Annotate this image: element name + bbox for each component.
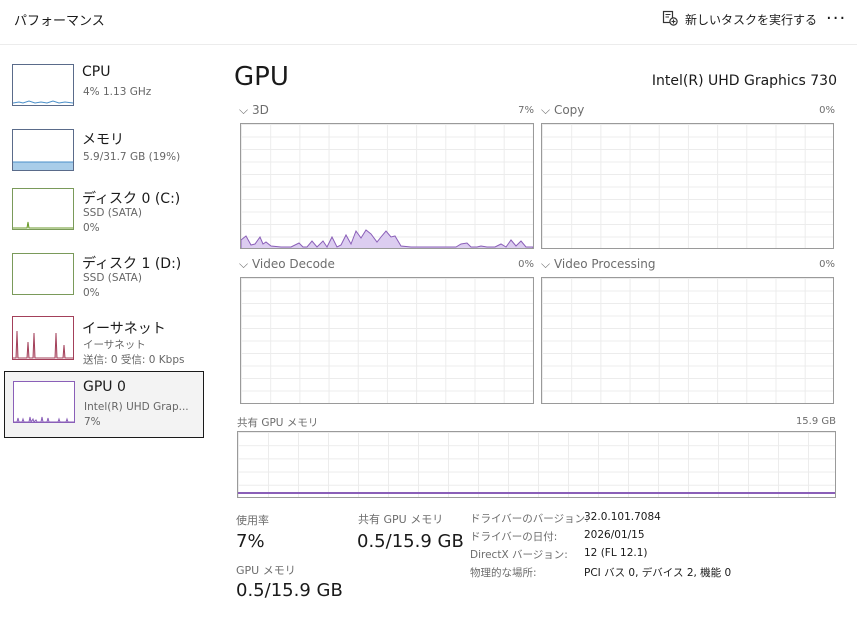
run-task-icon	[662, 10, 678, 29]
gpu-title: GPU	[234, 62, 289, 92]
sidebar-item-title: ディスク 0 (C:)	[82, 191, 181, 207]
shared-memory-graph-label: 共有 GPU メモリ	[237, 417, 319, 429]
engine-3d-selector[interactable]: ⌵ 3D	[239, 103, 269, 118]
shared-memory-usage-line	[238, 492, 835, 494]
driver-version-key: ドライバーのバージョン:	[470, 513, 589, 525]
gpu0-thumbnail-graph	[13, 381, 75, 424]
sidebar-item-memory[interactable]: メモリ 5.9/31.7 GB (19%)	[4, 121, 204, 183]
directx-version-value: 12 (FL 12.1)	[584, 547, 648, 559]
engine-3d-graph	[240, 123, 534, 249]
sidebar-item-subtitle: 5.9/31.7 GB (19%)	[83, 151, 181, 163]
cpu-thumbnail-graph	[12, 64, 74, 106]
engine-label: Video Processing	[553, 257, 656, 271]
usage-value: 7%	[236, 531, 265, 552]
engine-video-decode-graph	[240, 277, 534, 404]
sidebar-item-cpu[interactable]: CPU 4% 1.13 GHz	[4, 56, 204, 118]
driver-version-value: 32.0.101.7084	[584, 511, 661, 523]
sidebar-item-subtitle: Intel(R) UHD Grap...	[84, 401, 189, 413]
gpu-memory-label: GPU メモリ	[236, 564, 296, 577]
sidebar-item-title: メモリ	[82, 132, 124, 148]
sidebar-item-disk-1[interactable]: ディスク 1 (D:) SSD (SATA) 0%	[4, 245, 204, 307]
sidebar-item-title: イーサネット	[82, 321, 166, 337]
engine-copy-percent: 0%	[819, 105, 835, 116]
chevron-down-icon: ⌵	[239, 103, 249, 117]
sidebar-item-subtitle: SSD (SATA)	[83, 272, 142, 284]
shared-memory-graph	[237, 431, 836, 498]
chevron-down-icon: ⌵	[239, 257, 249, 271]
sidebar-item-gpu-0[interactable]: GPU 0 Intel(R) UHD Grap... 7%	[4, 371, 204, 438]
sidebar-item-value: 0%	[83, 222, 100, 234]
sidebar-item-value: 送信: 0 受信: 0 Kbps	[83, 354, 185, 366]
sidebar-item-subtitle: 4% 1.13 GHz	[83, 86, 152, 98]
chevron-down-icon: ⌵	[541, 257, 551, 271]
engine-label: Copy	[553, 103, 585, 117]
directx-version-key: DirectX バージョン:	[470, 549, 568, 561]
driver-date-key: ドライバーの日付:	[470, 531, 558, 543]
usage-label: 使用率	[236, 514, 269, 527]
run-task-label: 新しいタスクを実行する	[685, 13, 818, 27]
engine-video-decode-percent: 0%	[518, 259, 534, 270]
sidebar-item-value: 0%	[83, 287, 100, 299]
shared-memory-value: 0.5/15.9 GB	[357, 531, 464, 552]
physical-location-value: PCI バス 0, デバイス 2, 機能 0	[584, 567, 732, 579]
sidebar-item-title: CPU	[82, 64, 111, 80]
top-bar: パフォーマンス 新しいタスクを実行する ···	[0, 0, 857, 42]
physical-location-key: 物理的な場所:	[470, 567, 537, 579]
sidebar-item-ethernet[interactable]: イーサネット イーサネット 送信: 0 受信: 0 Kbps	[4, 310, 204, 372]
chevron-down-icon: ⌵	[541, 103, 551, 117]
page-title: パフォーマンス	[14, 14, 105, 29]
sidebar-item-subtitle: イーサネット	[83, 339, 146, 351]
engine-video-processing-percent: 0%	[819, 259, 835, 270]
engine-video-processing-selector[interactable]: ⌵ Video Processing	[541, 257, 655, 272]
disk0-thumbnail-graph	[12, 188, 74, 230]
top-divider	[0, 44, 857, 45]
engine-label: 3D	[251, 103, 269, 117]
driver-date-value: 2026/01/15	[584, 529, 645, 541]
shared-memory-label: 共有 GPU メモリ	[358, 513, 444, 526]
disk1-thumbnail-graph	[12, 253, 74, 295]
shared-memory-graph-max: 15.9 GB	[795, 416, 836, 427]
gpu-memory-value: 0.5/15.9 GB	[236, 580, 343, 601]
engine-3d-percent: 7%	[518, 105, 534, 116]
sidebar-item-disk-0[interactable]: ディスク 0 (C:) SSD (SATA) 0%	[4, 180, 204, 242]
engine-video-processing-graph	[541, 277, 834, 404]
run-new-task-button[interactable]: 新しいタスクを実行する	[662, 10, 817, 29]
sidebar-item-value: 7%	[84, 416, 101, 428]
gpu-model-name: Intel(R) UHD Graphics 730	[651, 73, 837, 89]
memory-thumbnail-graph	[12, 129, 74, 171]
ethernet-thumbnail-graph	[12, 316, 74, 360]
engine-copy-selector[interactable]: ⌵ Copy	[541, 103, 584, 118]
sidebar-item-title: ディスク 1 (D:)	[82, 256, 182, 272]
engine-copy-graph	[541, 123, 834, 249]
sidebar-item-title: GPU 0	[83, 379, 126, 395]
more-options-button[interactable]: ···	[826, 8, 846, 29]
engine-label: Video Decode	[251, 257, 335, 271]
sidebar-item-subtitle: SSD (SATA)	[83, 207, 142, 219]
engine-video-decode-selector[interactable]: ⌵ Video Decode	[239, 257, 335, 272]
